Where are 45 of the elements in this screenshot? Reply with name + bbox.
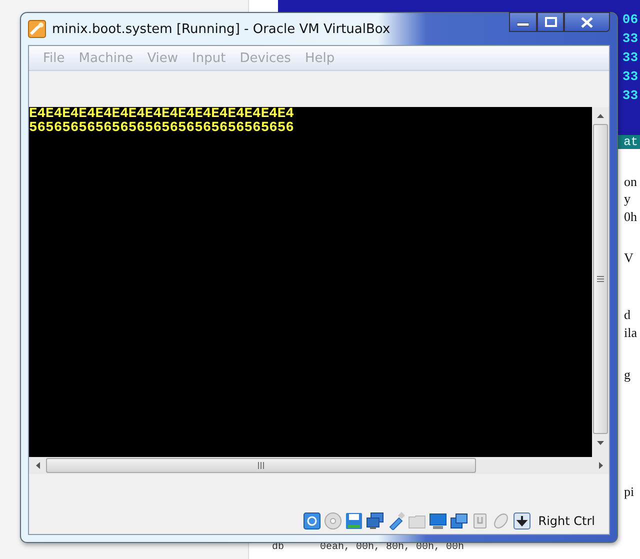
floppy-icon[interactable]: [345, 512, 364, 530]
console-line: 56565656565656565656565656565656: [29, 122, 295, 136]
grip-icon: [258, 462, 264, 469]
monitor-icon[interactable]: [429, 512, 448, 530]
console-line: E4E4E4E4E4E4E4E4E4E4E4E4E4E4E4E4: [29, 108, 295, 122]
hex-value: 33: [622, 50, 638, 65]
windows-icon[interactable]: [450, 512, 468, 530]
window-title: minix.boot.system [Running] - Oracle VM VirtualBox: [52, 22, 392, 36]
strip-text: at: [624, 135, 639, 149]
close-icon: [581, 16, 593, 28]
document-text: y: [624, 191, 630, 207]
document-text: g: [624, 367, 630, 383]
hex-value: 06: [622, 12, 638, 27]
scroll-thumb[interactable]: [46, 458, 476, 473]
document-text: pi: [624, 484, 634, 500]
menu-item[interactable]: Help: [298, 50, 342, 66]
hex-value: 33: [622, 88, 638, 103]
menu-item[interactable]: File: [36, 50, 72, 66]
maximize-button[interactable]: [537, 12, 564, 32]
right-arrow-icon[interactable]: [598, 462, 602, 469]
close-button[interactable]: [564, 12, 610, 32]
menu-item[interactable]: Machine: [72, 50, 140, 66]
usb-icon[interactable]: [387, 512, 406, 530]
document-text: d: [624, 307, 630, 323]
network-icon[interactable]: [366, 512, 384, 530]
hex-value: 33: [622, 69, 638, 84]
vertical-scrollbar[interactable]: [592, 107, 609, 457]
menu-item[interactable]: Devices: [232, 50, 298, 66]
hex-value: 33: [622, 31, 638, 46]
up-arrow-icon[interactable]: [597, 114, 604, 118]
host-key-label: Right Ctrl: [538, 513, 595, 530]
document-text: on: [624, 174, 637, 190]
horizontal-scrollbar[interactable]: [29, 457, 609, 474]
grip-icon: [597, 276, 604, 282]
document-text: 0h: [624, 209, 637, 225]
menu-item[interactable]: Input: [185, 50, 233, 66]
maximize-icon: [544, 17, 556, 27]
minimize-button[interactable]: [509, 12, 537, 32]
scroll-thumb[interactable]: [593, 124, 608, 434]
app-icon: [28, 20, 46, 38]
document-text: ila: [624, 325, 637, 341]
left-arrow-icon[interactable]: [36, 462, 40, 469]
menu-item[interactable]: View: [140, 50, 186, 66]
document-text: V: [624, 250, 634, 266]
down-arrow-icon[interactable]: [597, 440, 604, 444]
